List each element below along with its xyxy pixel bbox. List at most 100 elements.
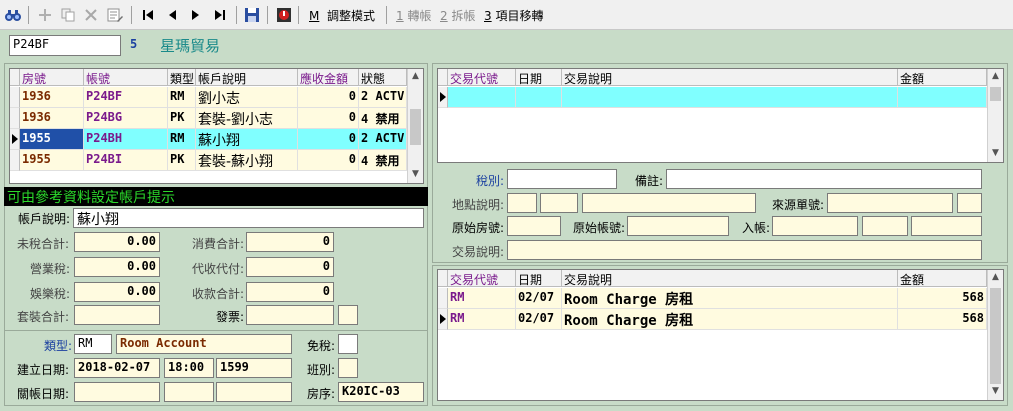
- orig-account-label: 原始帳號:: [573, 221, 626, 235]
- col-tx-code[interactable]: 交易代號: [448, 270, 516, 287]
- save-icon[interactable]: [243, 6, 261, 24]
- table-row-selected[interactable]: 1955 P24BH RM 蘇小翔 0 2 ACTV: [10, 129, 407, 150]
- cell-status: 2 ACTV: [359, 87, 407, 108]
- collect-value: 0: [246, 257, 334, 277]
- cell-tx-amount: 568: [898, 309, 987, 330]
- business-tax-label: 營業稅:: [30, 262, 71, 276]
- package-value: [74, 305, 160, 325]
- cell-amount: 0: [298, 150, 359, 171]
- col-desc[interactable]: 帳戶說明: [196, 69, 298, 86]
- tax-type-label: 稅別:: [476, 174, 505, 188]
- add-icon[interactable]: [36, 6, 54, 24]
- col-tx-code[interactable]: 交易代號: [448, 69, 516, 86]
- col-account[interactable]: 帳號: [84, 69, 168, 86]
- adjust-mode-key: M: [309, 9, 320, 23]
- package-label: 套裝合計:: [17, 310, 70, 324]
- transaction-grid-scrollbar[interactable]: ▲ ▼: [987, 69, 1003, 162]
- location-desc: [582, 193, 756, 213]
- invoice-extra-input[interactable]: [338, 305, 358, 325]
- first-icon[interactable]: [139, 6, 157, 24]
- scroll-up-icon[interactable]: ▲: [412, 71, 419, 81]
- col-tx-date[interactable]: 日期: [516, 69, 562, 86]
- entertainment-tax-label: 娛樂稅:: [30, 287, 71, 301]
- move-items-label: 項目移轉: [495, 9, 544, 23]
- adjust-mode-label: 調整模式: [327, 9, 376, 23]
- account-code-input[interactable]: P24BF: [9, 35, 121, 56]
- tx-desc-label: 交易說明:: [452, 245, 505, 259]
- invoice-label: 發票:: [216, 310, 245, 324]
- move-items-button[interactable]: 3 項目移轉: [484, 7, 543, 24]
- invoice-input[interactable]: [246, 305, 334, 325]
- table-row[interactable]: 1936 P24BG PK 套裝-劉小志 0 4 禁用: [10, 108, 407, 129]
- transaction-list-grid[interactable]: 交易代號 日期 交易說明 金額 RM 02/07 Room Charge 房租 …: [437, 269, 1004, 401]
- orig-account: [627, 216, 729, 236]
- table-row[interactable]: 1936 P24BF RM 劉小志 0 2 ACTV: [10, 87, 407, 108]
- col-tx-desc[interactable]: 交易說明: [562, 69, 898, 86]
- col-tx-amount[interactable]: 金額: [898, 270, 987, 287]
- note-label: 備註:: [635, 174, 664, 188]
- col-tx-date[interactable]: 日期: [516, 270, 562, 287]
- shift-value: [338, 358, 358, 378]
- col-tx-amount[interactable]: 金額: [898, 69, 987, 86]
- split-label: 拆帳: [451, 9, 476, 23]
- scroll-down-icon[interactable]: ▼: [992, 148, 999, 158]
- split-key: 2: [440, 9, 448, 23]
- table-row[interactable]: RM 02/07 Room Charge 房租 568: [438, 309, 987, 330]
- desc-label: 帳戶說明:: [18, 212, 71, 226]
- tax-free-label: 免稅:: [307, 339, 336, 353]
- scroll-down-icon[interactable]: ▼: [992, 386, 999, 396]
- closed-no: [216, 382, 292, 402]
- scroll-up-icon[interactable]: ▲: [992, 71, 999, 81]
- next-icon[interactable]: [187, 6, 205, 24]
- desc-input[interactable]: 蘇小翔: [73, 208, 424, 228]
- transaction-grid[interactable]: 交易代號 日期 交易說明 金額 ▲ ▼: [437, 68, 1004, 163]
- col-status[interactable]: 狀態: [359, 69, 407, 86]
- type-label: 類型:: [44, 339, 73, 353]
- cell-amount: 0: [298, 87, 359, 108]
- adjust-mode-button[interactable]: M 調整模式: [309, 7, 375, 24]
- transfer-button[interactable]: 1 轉帳: [396, 7, 431, 24]
- collect-label: 代收代付:: [192, 262, 245, 276]
- cell-amount: 0: [298, 129, 359, 150]
- split-button[interactable]: 2 拆帳: [440, 7, 475, 24]
- created-date-label: 建立日期:: [17, 363, 70, 377]
- note-input[interactable]: [666, 169, 982, 189]
- col-amount[interactable]: 應收金額: [298, 69, 359, 86]
- exit-icon[interactable]: [275, 6, 293, 24]
- prev-icon[interactable]: [163, 6, 181, 24]
- account-grid[interactable]: 房號 帳號 類型 帳戶說明 應收金額 狀態 1936 P24BF RM 劉小志 …: [9, 68, 424, 184]
- scroll-down-icon[interactable]: ▼: [412, 169, 419, 179]
- transaction-row-new[interactable]: [438, 87, 987, 108]
- col-type[interactable]: 類型: [168, 69, 196, 86]
- scroll-thumb[interactable]: [410, 109, 421, 145]
- business-tax-value: 0.00: [74, 257, 160, 277]
- edit-list-icon[interactable]: [106, 6, 124, 24]
- copy-icon[interactable]: [59, 6, 77, 24]
- col-room[interactable]: 房號: [20, 69, 84, 86]
- consume-label: 消費合計:: [192, 237, 245, 251]
- last-icon[interactable]: [211, 6, 229, 24]
- transaction-list-scrollbar[interactable]: ▲ ▼: [987, 270, 1003, 400]
- posting-1: [772, 216, 858, 236]
- scroll-thumb[interactable]: [990, 288, 1001, 384]
- source-no-label: 來源單號:: [772, 198, 825, 212]
- receipt-value: 0: [246, 282, 334, 302]
- delete-icon[interactable]: [82, 6, 100, 24]
- binoculars-icon[interactable]: [4, 6, 22, 24]
- toolbar: M 調整模式 1 轉帳 2 拆帳 3 項目移轉: [0, 0, 1013, 30]
- header: P24BF 5 星瑪貿易: [0, 31, 1013, 61]
- cell-tx-desc: Room Charge 房租: [562, 309, 898, 330]
- account-grid-scrollbar[interactable]: ▲ ▼: [407, 69, 423, 183]
- table-row[interactable]: 1955 P24BI PK 套裝-蘇小翔 0 4 禁用: [10, 150, 407, 171]
- cell-room: 1955: [20, 129, 84, 150]
- scroll-thumb[interactable]: [990, 87, 1001, 101]
- tax-type-input[interactable]: [507, 169, 617, 189]
- cell-account: P24BH: [84, 129, 168, 150]
- cell-desc: 套裝-蘇小翔: [196, 150, 298, 171]
- tax-free-checkbox[interactable]: [338, 334, 358, 354]
- type-code-input[interactable]: RM: [74, 334, 112, 354]
- cell-status: 4 禁用: [359, 150, 407, 171]
- scroll-up-icon[interactable]: ▲: [992, 272, 999, 282]
- table-row[interactable]: RM 02/07 Room Charge 房租 568: [438, 288, 987, 309]
- col-tx-desc[interactable]: 交易說明: [562, 270, 898, 287]
